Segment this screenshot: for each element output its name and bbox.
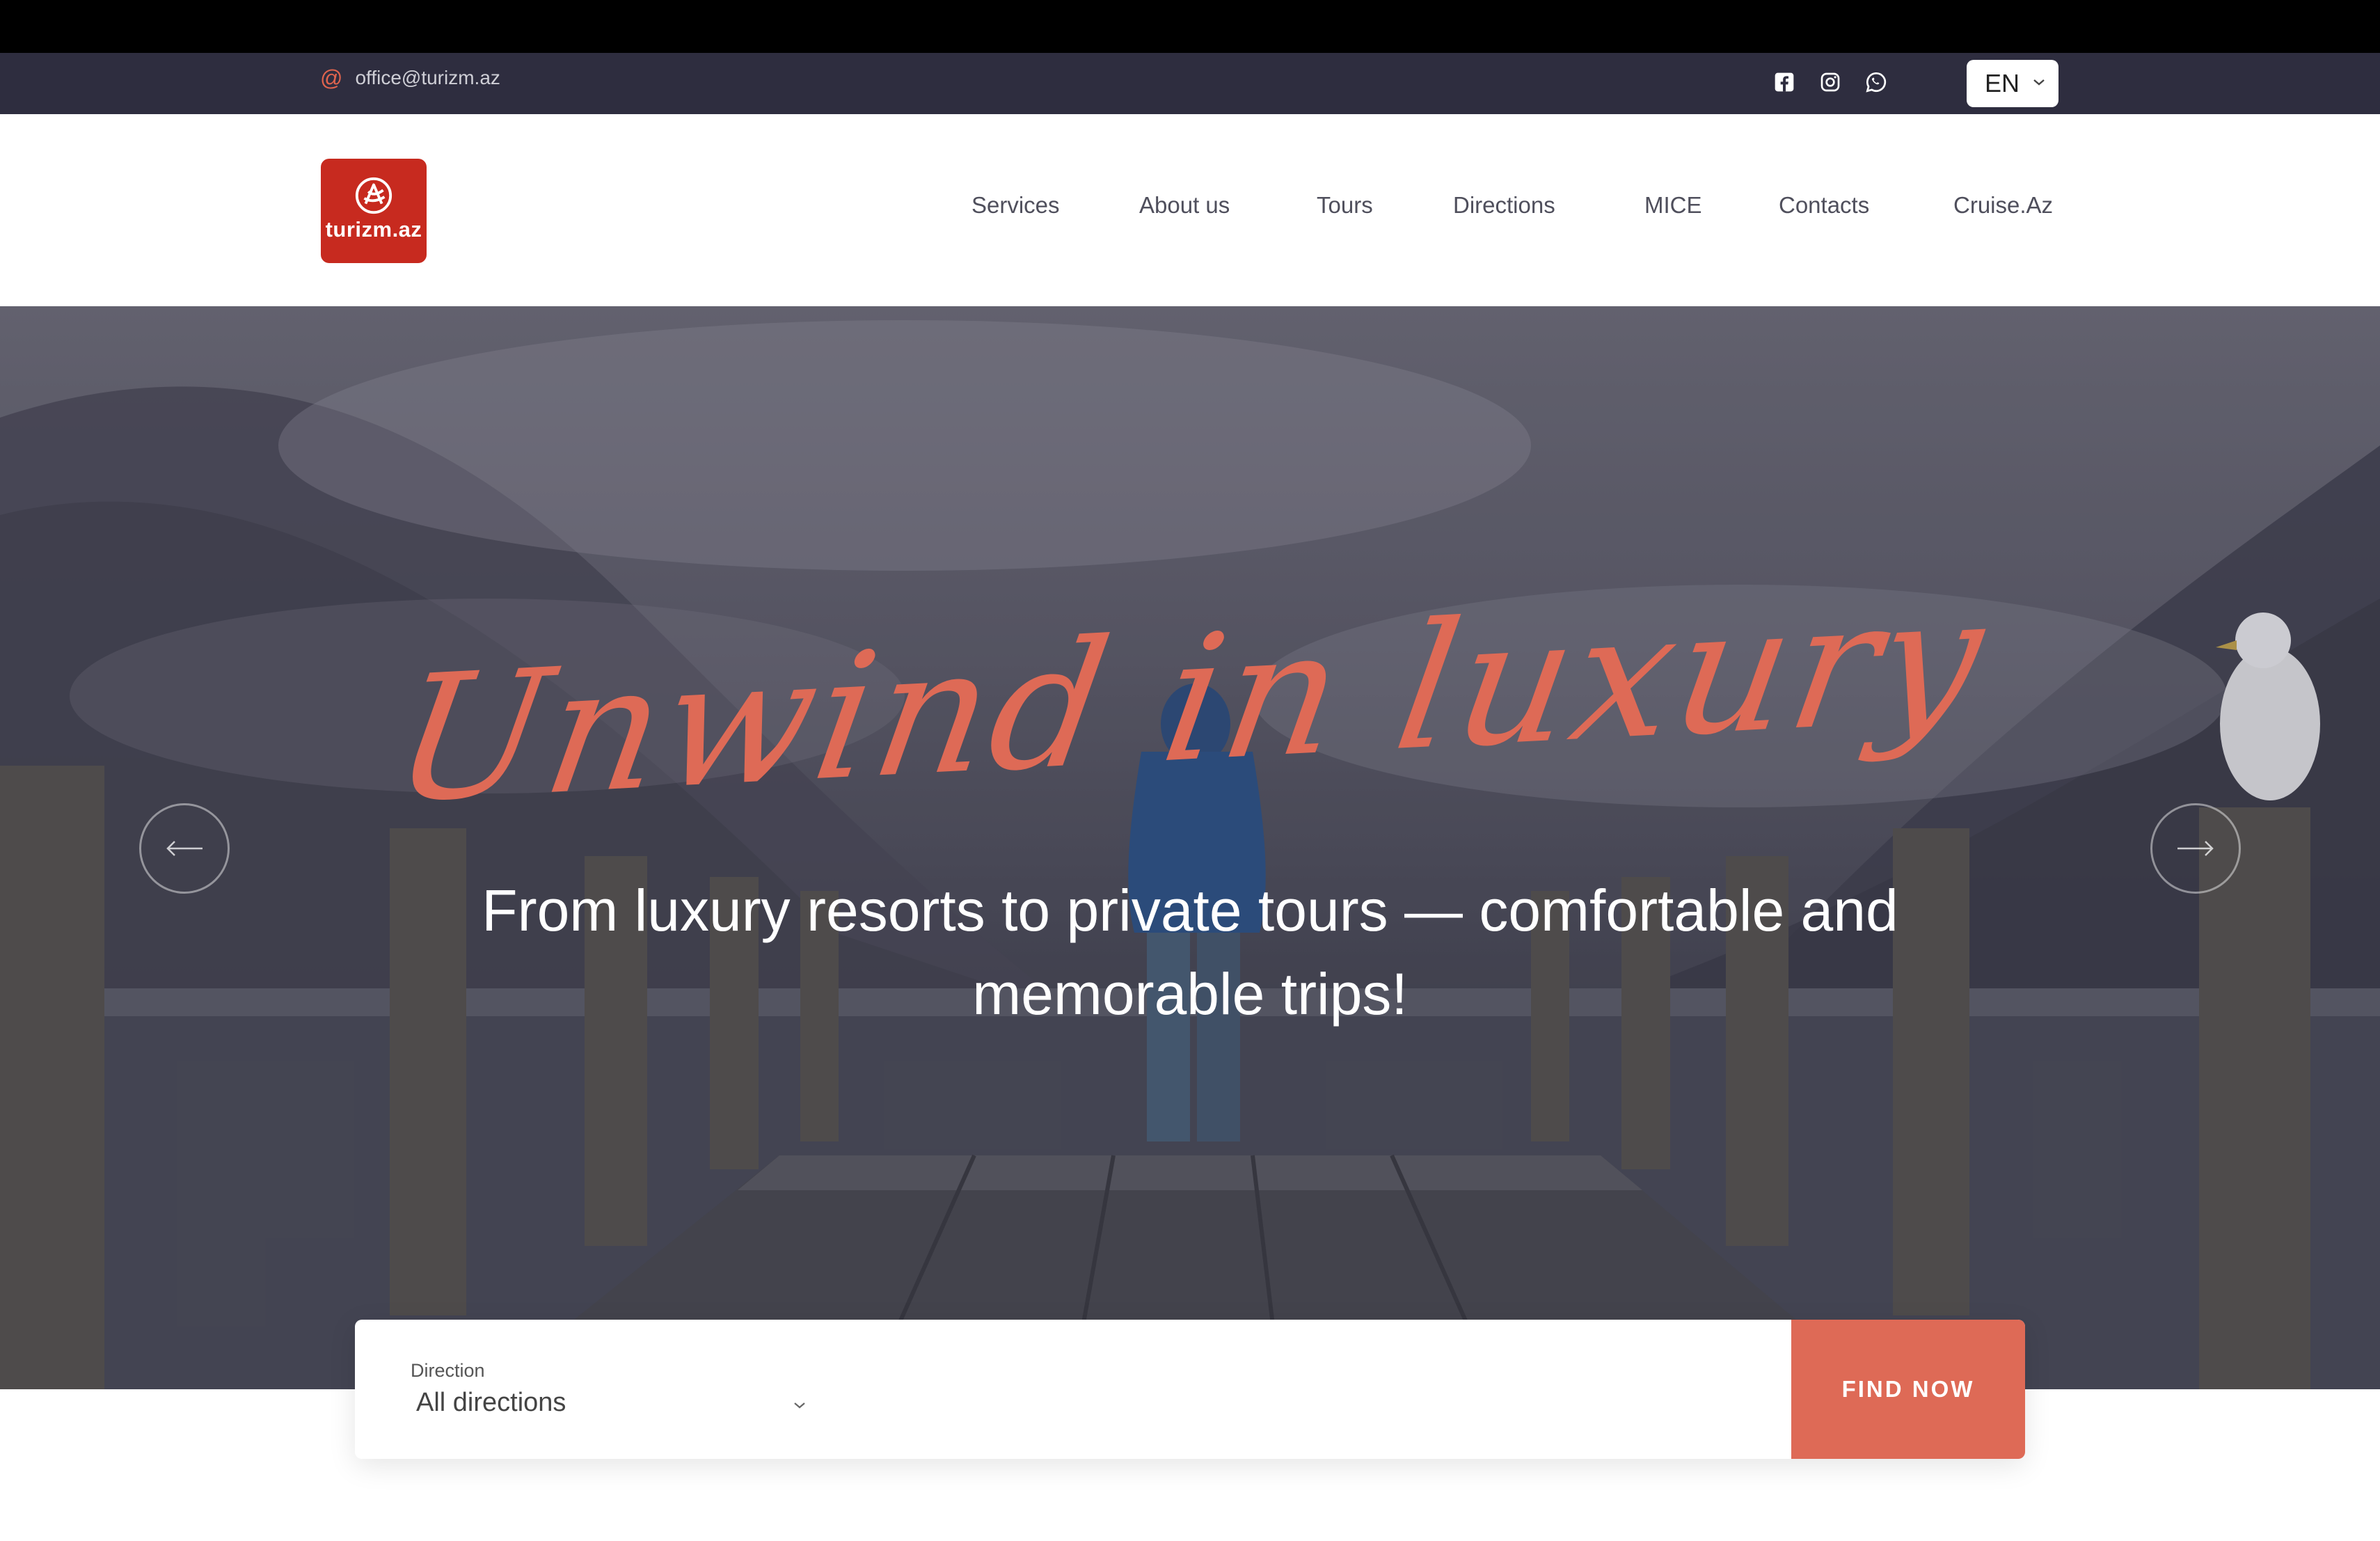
- language-value: EN: [1985, 69, 2020, 97]
- top-info-bar: @ office@turizm.az EN: [0, 53, 2380, 114]
- whatsapp-icon[interactable]: [1865, 71, 1887, 93]
- search-panel: Direction All directions FIND NOW: [355, 1320, 2025, 1459]
- nav-about-us[interactable]: About us: [1139, 192, 1230, 219]
- main-header: turizm.az Services About us Tours Direct…: [0, 114, 2380, 306]
- direction-label: Direction: [411, 1360, 485, 1381]
- chevron-down-icon: [2033, 79, 2045, 86]
- arrow-right-icon: [2177, 841, 2214, 856]
- hero-overlay: [0, 306, 2380, 1389]
- hero-slider: Unwind in luxury From luxury resorts to …: [0, 306, 2380, 1389]
- nav-contacts[interactable]: Contacts: [1779, 192, 1869, 219]
- main-nav: Services About us Tours Directions MICE …: [0, 192, 2380, 234]
- at-icon: @: [320, 65, 343, 90]
- find-now-button[interactable]: FIND NOW: [1791, 1320, 2025, 1459]
- nav-tours[interactable]: Tours: [1317, 192, 1373, 219]
- hero-subtitle: From luxury resorts to private tours — c…: [482, 878, 1898, 1027]
- facebook-icon[interactable]: [1773, 71, 1795, 93]
- direction-value: All directions: [416, 1388, 566, 1417]
- nav-mice[interactable]: MICE: [1644, 192, 1702, 219]
- arrow-left-icon: [166, 841, 203, 856]
- social-links: [1773, 71, 1887, 93]
- slider-next-button[interactable]: [2150, 803, 2241, 894]
- nav-directions[interactable]: Directions: [1453, 192, 1555, 219]
- email-contact[interactable]: @ office@turizm.az: [320, 67, 500, 89]
- nav-cruise-az[interactable]: Cruise.Az: [1953, 192, 2053, 219]
- window-top-bar: [0, 0, 2380, 53]
- chevron-down-icon: [794, 1402, 805, 1409]
- instagram-icon[interactable]: [1819, 71, 1841, 93]
- direction-select[interactable]: All directions: [411, 1388, 807, 1427]
- nav-services[interactable]: Services: [971, 192, 1060, 219]
- email-link[interactable]: office@turizm.az: [355, 67, 500, 89]
- language-select[interactable]: EN: [1967, 60, 2058, 107]
